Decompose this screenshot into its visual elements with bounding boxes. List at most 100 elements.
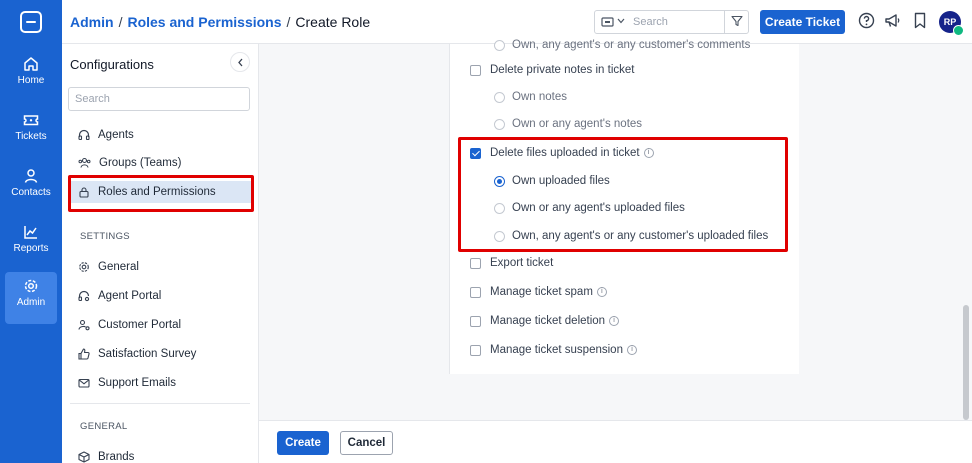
checkbox[interactable] bbox=[470, 315, 481, 327]
cancel-button[interactable]: Cancel bbox=[340, 431, 393, 455]
breadcrumb-current: Create Role bbox=[295, 14, 371, 30]
permissions-panel: Own, any agent's or any customer's comme… bbox=[449, 39, 799, 374]
permission-export-ticket[interactable]: Export ticket bbox=[470, 257, 553, 269]
breadcrumb: Admin / Roles and Permissions / Create Role bbox=[70, 14, 371, 30]
config-item-satisfaction-survey[interactable]: Satisfaction Survey bbox=[78, 343, 248, 365]
headset-gear-icon bbox=[78, 290, 90, 302]
nav-item-home[interactable]: Home bbox=[0, 50, 62, 100]
nav-item-admin[interactable]: Admin bbox=[5, 272, 57, 324]
home-icon bbox=[24, 57, 38, 71]
checkbox[interactable] bbox=[470, 344, 481, 356]
nav-reports-label: Reports bbox=[13, 243, 49, 254]
online-status-badge bbox=[953, 25, 964, 36]
info-icon[interactable]: i bbox=[596, 287, 607, 297]
permission-delete-notes[interactable]: Delete private notes in ticket bbox=[470, 64, 634, 76]
collapse-sidebar-button[interactable] bbox=[230, 52, 250, 72]
permission-label: Manage ticket suspension bbox=[490, 344, 623, 356]
settings-section-title: SETTINGS bbox=[80, 231, 130, 242]
config-item-label: Satisfaction Survey bbox=[98, 348, 197, 360]
radio-button[interactable] bbox=[494, 91, 505, 103]
config-item-label: Groups (Teams) bbox=[99, 157, 182, 169]
gear-icon bbox=[24, 279, 38, 293]
search-input[interactable] bbox=[633, 14, 723, 30]
ticket-type-icon[interactable] bbox=[601, 16, 614, 28]
config-item-roles-permissions[interactable]: Roles and Permissions bbox=[70, 181, 252, 203]
ticket-icon bbox=[23, 115, 39, 126]
config-item-label: Agent Portal bbox=[98, 290, 162, 302]
config-search-input[interactable] bbox=[68, 87, 250, 111]
info-icon[interactable]: i bbox=[643, 148, 654, 158]
info-icon[interactable]: i bbox=[626, 345, 637, 355]
radio-button[interactable] bbox=[494, 118, 505, 130]
checkbox-checked[interactable] bbox=[470, 147, 481, 159]
thumbs-up-icon bbox=[78, 348, 90, 360]
checkbox[interactable] bbox=[470, 286, 481, 298]
nav-tickets-label: Tickets bbox=[15, 131, 47, 142]
permission-manage-spam[interactable]: Manage ticket spam i bbox=[470, 286, 607, 298]
checkbox[interactable] bbox=[470, 64, 481, 76]
nav-home-label: Home bbox=[17, 75, 45, 86]
bookmark-icon[interactable] bbox=[913, 12, 927, 29]
permission-label: Manage ticket spam bbox=[490, 286, 593, 298]
mail-icon bbox=[78, 378, 90, 388]
nav-item-contacts[interactable]: Contacts bbox=[0, 162, 62, 212]
main-content: Own, any agent's or any customer's comme… bbox=[259, 39, 972, 420]
breadcrumb-roles[interactable]: Roles and Permissions bbox=[127, 14, 281, 30]
permission-label: Delete files uploaded in ticket bbox=[490, 147, 640, 159]
users-icon bbox=[78, 157, 91, 168]
permission-option-agent-files[interactable]: Own or any agent's uploaded files bbox=[494, 202, 685, 214]
help-icon[interactable] bbox=[858, 12, 875, 29]
info-icon[interactable]: i bbox=[609, 316, 620, 326]
nav-item-tickets[interactable]: Tickets bbox=[0, 106, 62, 156]
form-footer: Create Cancel bbox=[259, 420, 972, 463]
chevron-left-icon bbox=[238, 58, 243, 67]
gear-icon bbox=[79, 262, 89, 272]
filter-button[interactable] bbox=[724, 10, 749, 34]
permission-option-customer-files[interactable]: Own, any agent's or any customer's uploa… bbox=[494, 230, 768, 242]
filter-icon bbox=[731, 15, 743, 27]
nav-item-reports[interactable]: Reports bbox=[0, 218, 62, 268]
config-item-support-emails[interactable]: Support Emails bbox=[78, 372, 248, 394]
config-item-label: Customer Portal bbox=[98, 319, 182, 331]
create-button[interactable]: Create bbox=[277, 431, 329, 455]
permission-manage-suspension[interactable]: Manage ticket suspension i bbox=[470, 344, 637, 356]
permission-delete-files[interactable]: Delete files uploaded in ticket i bbox=[470, 147, 654, 159]
config-sidebar: Configurations Agents Groups (Teams) Rol… bbox=[62, 44, 259, 463]
person-icon bbox=[24, 169, 38, 183]
create-ticket-button[interactable]: Create Ticket bbox=[760, 10, 845, 34]
radio-button[interactable] bbox=[494, 202, 505, 214]
permission-label: Manage ticket deletion bbox=[490, 315, 606, 327]
config-item-groups[interactable]: Groups (Teams) bbox=[78, 152, 248, 174]
permission-option-own-notes[interactable]: Own notes bbox=[494, 91, 567, 103]
config-item-label: Support Emails bbox=[98, 377, 176, 389]
config-item-label: Roles and Permissions bbox=[98, 186, 216, 198]
config-item-agent-portal[interactable]: Agent Portal bbox=[78, 285, 248, 307]
permission-manage-deletion[interactable]: Manage ticket deletion i bbox=[470, 315, 620, 327]
left-nav-rail: Home Tickets Contacts Reports Admin bbox=[0, 0, 62, 463]
config-title: Configurations bbox=[70, 57, 154, 72]
scrollbar-thumb[interactable] bbox=[963, 305, 969, 420]
config-item-general[interactable]: General bbox=[78, 256, 248, 278]
megaphone-icon[interactable] bbox=[884, 12, 901, 29]
breadcrumb-admin[interactable]: Admin bbox=[70, 14, 114, 30]
nav-contacts-label: Contacts bbox=[11, 187, 51, 198]
permission-label: Export ticket bbox=[490, 257, 554, 269]
config-item-customer-portal[interactable]: Customer Portal bbox=[78, 314, 248, 336]
permission-option-own-files[interactable]: Own uploaded files bbox=[494, 175, 610, 187]
box-icon bbox=[78, 451, 90, 463]
config-item-label: Brands bbox=[98, 451, 135, 463]
headset-icon bbox=[78, 129, 90, 141]
checkbox[interactable] bbox=[470, 257, 481, 269]
permission-option-cutoff[interactable]: Own, any agent's or any customer's comme… bbox=[494, 38, 750, 52]
app-logo-icon[interactable] bbox=[20, 11, 42, 33]
radio-button-selected[interactable] bbox=[494, 175, 505, 187]
radio-button[interactable] bbox=[494, 39, 505, 51]
permission-option-agent-notes[interactable]: Own or any agent's notes bbox=[494, 118, 642, 130]
general-section-title: GENERAL bbox=[80, 421, 128, 432]
config-item-label: General bbox=[98, 261, 139, 273]
person-gear-icon bbox=[78, 319, 90, 331]
chevron-down-icon[interactable] bbox=[617, 18, 625, 24]
config-item-agents[interactable]: Agents bbox=[78, 124, 248, 146]
config-item-brands[interactable]: Brands bbox=[78, 446, 248, 463]
radio-button[interactable] bbox=[494, 230, 505, 242]
